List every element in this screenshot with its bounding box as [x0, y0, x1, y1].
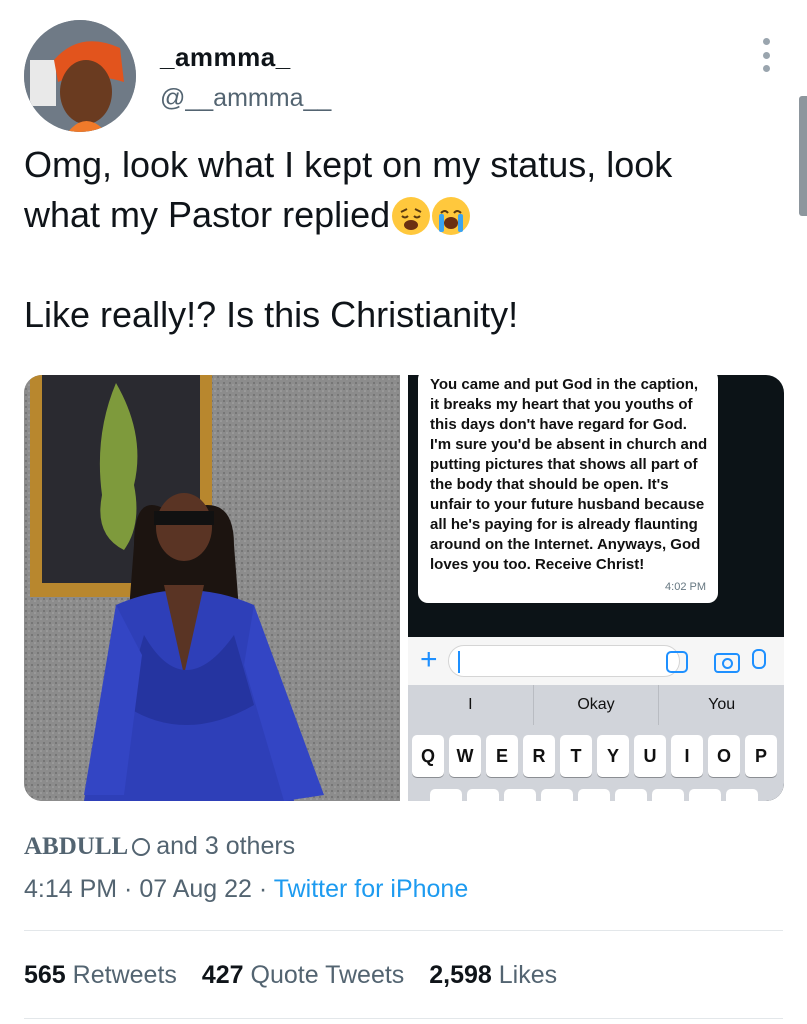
- key: Y: [597, 735, 629, 777]
- globe-icon: [132, 838, 151, 856]
- key: J: [652, 789, 684, 801]
- message-input-field: [448, 645, 680, 677]
- liker-name[interactable]: ABDULL: [24, 833, 128, 860]
- suggestion: Okay: [534, 685, 660, 725]
- timestamp[interactable]: 4:14 PM · 07 Aug 22 ·: [24, 875, 274, 903]
- key: U: [634, 735, 666, 777]
- key: Q: [412, 735, 444, 777]
- likes-stat[interactable]: 2,598 Likes: [429, 961, 557, 989]
- key: I: [671, 735, 703, 777]
- key: D: [504, 789, 536, 801]
- chat-screenshot[interactable]: You came and put God in the caption, it …: [408, 375, 784, 801]
- retweets-stat[interactable]: 565 Retweets: [24, 961, 177, 989]
- crying-face-icon: [432, 197, 471, 235]
- suggestion: You: [708, 696, 736, 713]
- avatar[interactable]: [24, 20, 136, 132]
- key: L: [726, 789, 758, 801]
- suggestion: I: [408, 685, 534, 725]
- key: G: [578, 789, 610, 801]
- key: T: [560, 735, 592, 777]
- photo-woman-in-blue-dress[interactable]: [24, 375, 400, 801]
- key-row-2: A S D F G H J K L: [430, 789, 758, 801]
- weary-face-icon: [392, 197, 431, 235]
- divider: [24, 930, 783, 931]
- keyboard: I Okay You Q W E R T Y U I O P A S D F: [408, 685, 784, 801]
- message-time: 4:02 PM: [665, 581, 706, 593]
- key: S: [467, 789, 499, 801]
- key: O: [708, 735, 740, 777]
- key: W: [449, 735, 481, 777]
- tweet-text: Omg, look what I kept on my status, look…: [24, 140, 784, 340]
- tweet-line: what my Pastor replied: [24, 190, 784, 240]
- microphone-icon: [752, 649, 766, 669]
- tweet-line: [24, 240, 784, 290]
- keyboard-suggestions: I Okay You: [408, 685, 784, 725]
- key: P: [745, 735, 777, 777]
- tweet-stats: 565 Retweets 427 Quote Tweets 2,598 Like…: [24, 961, 575, 990]
- key: E: [486, 735, 518, 777]
- user-handle[interactable]: @__ammma__: [160, 84, 331, 113]
- key: R: [523, 735, 555, 777]
- key-row-1: Q W E R T Y U I O P: [412, 735, 777, 777]
- sticker-icon: [666, 651, 688, 673]
- scrollbar[interactable]: [799, 96, 807, 216]
- tweet-meta: 4:14 PM · 07 Aug 22 · Twitter for iPhone: [24, 875, 468, 904]
- text-cursor: [458, 651, 460, 673]
- key: F: [541, 789, 573, 801]
- camera-icon: [714, 653, 740, 673]
- chat-input-bar: +: [408, 637, 784, 685]
- chat-bubble: You came and put God in the caption, it …: [418, 375, 718, 603]
- more-options-icon[interactable]: [752, 38, 780, 72]
- key: H: [615, 789, 647, 801]
- divider: [24, 1018, 783, 1019]
- key: A: [430, 789, 462, 801]
- tweet-media[interactable]: You came and put God in the caption, it …: [24, 375, 784, 801]
- plus-icon: +: [420, 643, 438, 676]
- source-link[interactable]: Twitter for iPhone: [274, 875, 469, 903]
- key: K: [689, 789, 721, 801]
- display-name[interactable]: _ammma_: [160, 42, 291, 73]
- liked-by-rest: and 3 others: [156, 832, 296, 860]
- tweet-line: Like really!? Is this Christianity!: [24, 294, 519, 335]
- liked-by[interactable]: ABDULL and 3 others: [24, 832, 295, 861]
- chat-message: You came and put God in the caption, it …: [430, 376, 708, 573]
- quote-tweets-stat[interactable]: 427 Quote Tweets: [202, 961, 404, 989]
- tweet-line: Omg, look what I kept on my status, look: [24, 144, 673, 185]
